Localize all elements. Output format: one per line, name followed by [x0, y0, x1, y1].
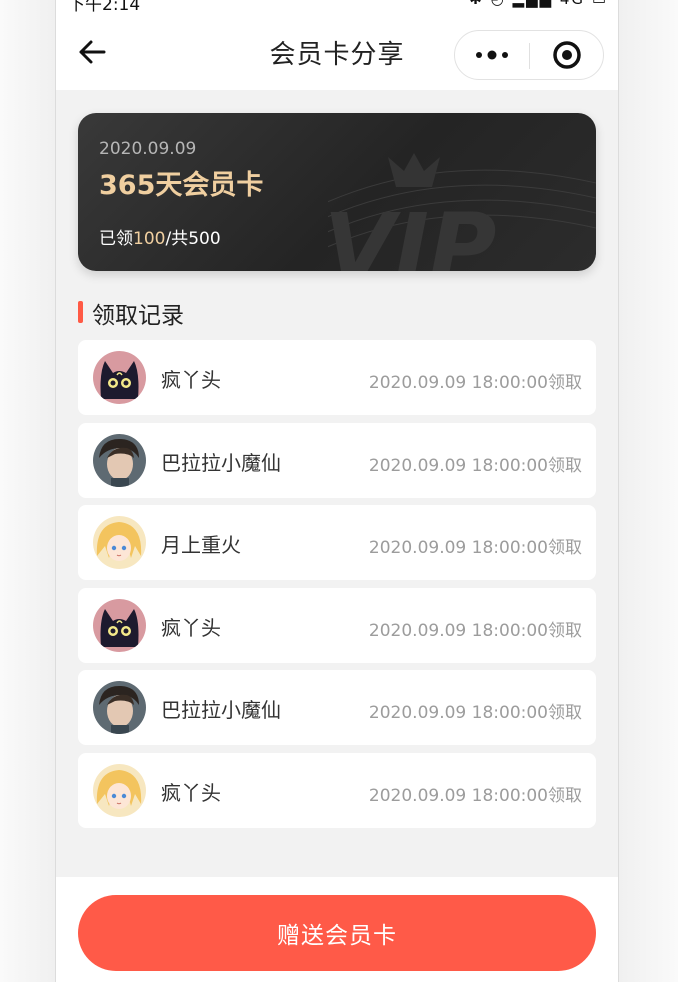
record-claim-time: 2020.09.09 18:00:00领取	[368, 620, 582, 641]
section-accent-bar	[78, 301, 83, 323]
status-time: 下午2:14	[68, 0, 141, 15]
total-count: 500	[188, 229, 221, 249]
record-item: 疯丫头 2020.09.09 18:00:00领取	[78, 340, 596, 415]
record-claim-time: 2020.09.09 18:00:00领取	[368, 703, 582, 723]
user-avatar	[93, 598, 146, 652]
records-section-title: 领取记录	[92, 303, 184, 329]
anime-blonde-avatar-icon	[93, 763, 146, 817]
membership-card: VIP 2020.09.09 365天会员卡 已领100/共500	[78, 113, 596, 271]
signal-icon: ▂▄▆	[512, 0, 553, 8]
card-name: 365天会员卡	[99, 170, 264, 201]
mini-program-capsule	[454, 30, 604, 80]
vip-crown-watermark: VIP	[328, 153, 596, 271]
vip-watermark-text: VIP	[328, 194, 496, 271]
user-avatar	[93, 351, 146, 404]
status-icons: ✱ ◴ ▂▄▆ 4G ▭	[469, 0, 608, 8]
phone-screen: 下午2:14 ✱ ◴ ▂▄▆ 4G ▭ 会员卡分享	[56, 0, 618, 982]
boy-portrait-avatar-icon	[93, 433, 146, 487]
record-item: 疯丫头 2020.09.09 18:00:00领取	[78, 587, 596, 663]
record-user-name: 巴拉拉小魔仙	[161, 698, 281, 722]
user-avatar	[93, 433, 146, 487]
record-claim-time: 2020.09.09 18:00:00领取	[368, 785, 582, 806]
record-item: 疯丫头 2020.09.09 18:00:00领取	[78, 752, 596, 828]
more-dots-icon	[476, 50, 508, 60]
bottom-bar: 赠送会员卡	[56, 877, 618, 982]
anime-blonde-avatar-icon	[93, 516, 146, 569]
more-menu-button[interactable]	[455, 31, 529, 79]
network-label: 4G	[560, 0, 585, 8]
record-claim-time: 2020.09.09 18:00:00领取	[368, 538, 582, 558]
black-cat-avatar-icon	[93, 351, 146, 404]
record-item: 月上重火 2020.09.09 18:00:00领取	[78, 505, 596, 580]
record-claim-time: 2020.09.09 18:00:00领取	[368, 455, 582, 476]
right-margin	[618, 0, 678, 982]
record-user-name: 疯丫头	[161, 368, 221, 392]
record-item: 巴拉拉小魔仙 2020.09.09 18:00:00领取	[78, 422, 596, 498]
record-user-name: 月上重火	[161, 533, 241, 557]
close-mini-program-button[interactable]	[530, 31, 604, 79]
target-circle-icon	[553, 41, 581, 69]
record-user-name: 疯丫头	[161, 615, 221, 640]
boy-portrait-avatar-icon	[93, 681, 146, 734]
record-user-name: 巴拉拉小魔仙	[161, 450, 281, 475]
status-bar: 下午2:14 ✱ ◴ ▂▄▆ 4G ▭	[56, 0, 618, 15]
battery-icon: ▭	[592, 0, 608, 8]
bluetooth-icon: ✱	[469, 0, 484, 8]
black-cat-avatar-icon	[93, 598, 146, 652]
record-item: 巴拉拉小魔仙 2020.09.09 18:00:00领取	[78, 670, 596, 745]
user-avatar	[93, 681, 146, 734]
nav-bar: 会员卡分享	[56, 14, 618, 90]
gift-card-button[interactable]: 赠送会员卡	[78, 895, 596, 971]
card-claim-stats: 已领100/共500	[99, 224, 221, 249]
claimed-count: 100	[133, 229, 166, 249]
record-claim-time: 2020.09.09 18:00:00领取	[368, 373, 582, 393]
user-avatar	[93, 763, 146, 817]
total-prefix: /共	[165, 229, 189, 249]
left-margin	[0, 0, 56, 982]
claimed-prefix: 已领	[99, 229, 133, 249]
alarm-icon: ◴	[491, 0, 506, 8]
record-user-name: 疯丫头	[161, 780, 221, 805]
card-date: 2020.09.09	[99, 139, 197, 159]
user-avatar	[93, 516, 146, 569]
